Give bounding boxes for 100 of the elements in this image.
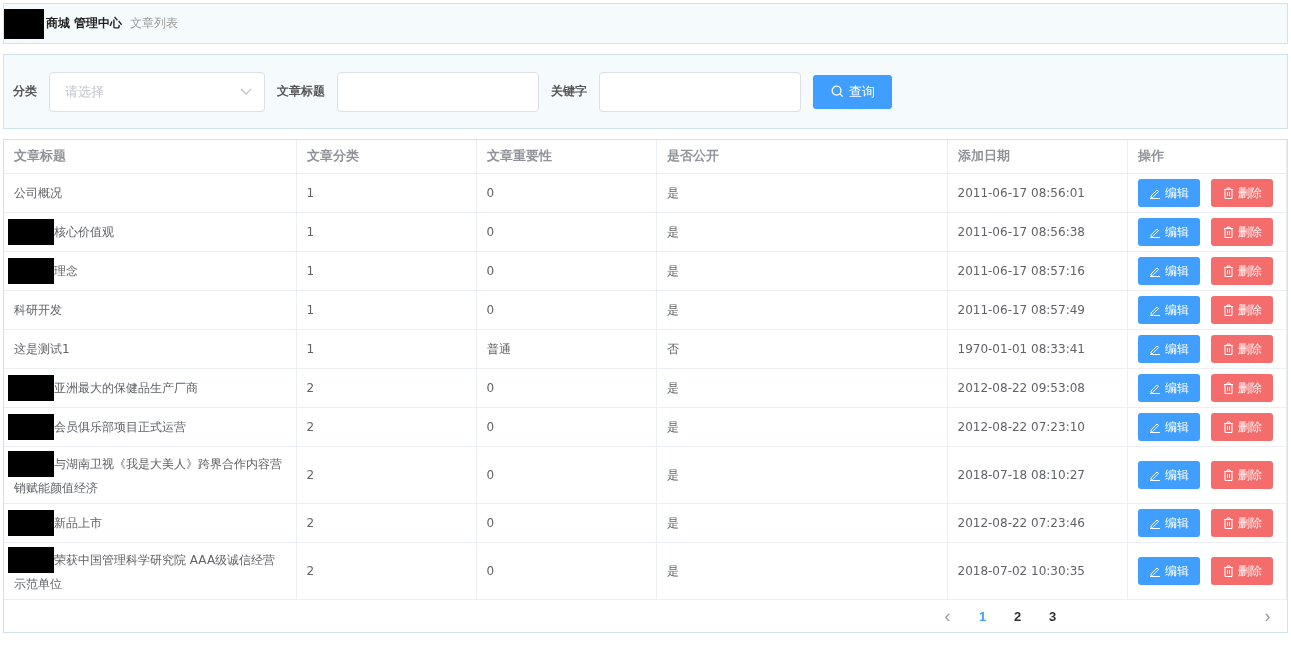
table-cell: 荣获中国管理科学研究院 AAA级诚信经营示范单位 — [14, 552, 276, 591]
field-label: 文章标题 — [277, 83, 325, 100]
previous-page-button[interactable]: ‹ — [930, 602, 965, 630]
table-cell: 是 — [656, 212, 947, 252]
table-cell: 0 — [476, 290, 656, 330]
table-cell: 1 — [296, 329, 476, 369]
edit-button[interactable]: 编辑 — [1137, 218, 1200, 246]
keyword-input[interactable] — [599, 71, 801, 112]
edit-button[interactable]: 编辑 — [1137, 257, 1200, 285]
table-cell: 2011-06-17 08:56:38 — [947, 212, 1127, 252]
table-cell: 2011-06-17 08:57:49 — [947, 290, 1127, 330]
trash-icon — [1222, 517, 1234, 529]
delete-button[interactable]: 删除 — [1211, 557, 1274, 585]
column-header: 文章重要性 — [476, 140, 656, 174]
pencil-icon — [1148, 226, 1161, 238]
table-cell: 与湖南卫视《我是大美人》跨界合作内容营销赋能颜值经济 — [14, 456, 282, 495]
table-cell: 2011-06-17 08:57:16 — [947, 251, 1127, 291]
table-cell: 是 — [656, 173, 947, 213]
table-cell: 2 — [296, 503, 476, 543]
delete-button[interactable]: 删除 — [1211, 509, 1274, 537]
table-cell: 0 — [476, 173, 656, 213]
pencil-icon — [1148, 382, 1161, 394]
table-cell: 2 — [296, 407, 476, 447]
table-cell: 是 — [656, 503, 947, 543]
table-cell: 1 — [296, 290, 476, 330]
pencil-icon — [1148, 421, 1161, 433]
table-cell: 1 — [296, 251, 476, 291]
search-icon — [830, 85, 844, 98]
edit-button[interactable]: 编辑 — [1137, 179, 1200, 207]
pencil-icon — [1148, 469, 1161, 481]
table-cell: 0 — [476, 446, 656, 504]
table-cell: 亚洲最大的保健品生产厂商 — [54, 380, 198, 395]
table-cell: 2018-07-02 10:30:35 — [947, 542, 1127, 600]
table-cell: 是 — [656, 368, 947, 408]
pencil-icon — [1148, 565, 1161, 577]
table-cell: 1 — [296, 212, 476, 252]
table-cell: 科研开发 — [14, 303, 62, 317]
trash-icon — [1222, 304, 1234, 316]
table-cell: 理念 — [54, 263, 78, 278]
delete-button[interactable]: 删除 — [1211, 179, 1274, 207]
edit-button[interactable]: 编辑 — [1137, 461, 1200, 489]
edit-button[interactable]: 编辑 — [1137, 413, 1200, 441]
trash-icon — [1222, 421, 1234, 433]
column-header: 添加日期 — [947, 140, 1127, 174]
page-button[interactable]: 2 — [1000, 602, 1035, 630]
trash-icon — [1222, 226, 1234, 238]
table-cell: 2018-07-18 08:10:27 — [947, 446, 1127, 504]
delete-button[interactable]: 删除 — [1211, 296, 1274, 324]
edit-button[interactable]: 编辑 — [1137, 374, 1200, 402]
table-cell: 0 — [476, 368, 656, 408]
column-header: 文章标题 — [4, 140, 296, 174]
edit-button[interactable]: 编辑 — [1137, 557, 1200, 585]
edit-button[interactable]: 编辑 — [1137, 509, 1200, 537]
table-cell: 2 — [296, 368, 476, 408]
breadcrumb-item[interactable]: 商城 管理中心 — [46, 15, 123, 32]
page-button[interactable]: 3 — [1035, 602, 1070, 630]
title-input[interactable] — [337, 71, 539, 112]
field-label: 关键字 — [551, 83, 587, 100]
table-cell: 核心价值观 — [54, 224, 114, 239]
table-cell: 0 — [476, 212, 656, 252]
field-label: 分类 — [13, 83, 37, 100]
table-cell: 2 — [296, 542, 476, 600]
table-cell: 0 — [476, 542, 656, 600]
delete-button[interactable]: 删除 — [1211, 335, 1274, 363]
delete-button[interactable]: 删除 — [1211, 461, 1274, 489]
table-cell: 2012-08-22 09:53:08 — [947, 368, 1127, 408]
pencil-icon — [1148, 517, 1161, 529]
delete-button[interactable]: 删除 — [1211, 218, 1274, 246]
table-cell: 2012-08-22 07:23:46 — [947, 503, 1127, 543]
table-cell: 0 — [476, 503, 656, 543]
delete-button[interactable]: 删除 — [1211, 257, 1274, 285]
search-button[interactable]: 查询 — [813, 74, 892, 109]
table-cell: 2 — [296, 446, 476, 504]
table-cell: 普通 — [476, 329, 656, 369]
column-header: 操作 — [1127, 140, 1287, 174]
column-header: 是否公开 — [656, 140, 947, 174]
table-cell: 是 — [656, 290, 947, 330]
edit-button[interactable]: 编辑 — [1137, 296, 1200, 324]
table-cell: 是 — [656, 251, 947, 291]
trash-icon — [1222, 265, 1234, 277]
pencil-icon — [1148, 343, 1161, 355]
breadcrumb-item[interactable]: 文章列表 — [130, 15, 179, 32]
table-cell: 0 — [476, 251, 656, 291]
category-select[interactable]: 请选择 — [49, 71, 265, 112]
chevron-down-icon — [240, 87, 252, 96]
table-cell: 这是测试1 — [14, 342, 70, 356]
next-page-button[interactable]: › — [1250, 602, 1285, 630]
table-cell: 0 — [476, 407, 656, 447]
table-cell: 是 — [656, 542, 947, 600]
page-button[interactable]: 1 — [965, 602, 1000, 630]
delete-button[interactable]: 删除 — [1211, 374, 1274, 402]
edit-button[interactable]: 编辑 — [1137, 335, 1200, 363]
delete-button[interactable]: 删除 — [1211, 413, 1274, 441]
table-cell: 1970-01-01 08:33:41 — [947, 329, 1127, 369]
trash-icon — [1222, 382, 1234, 394]
trash-icon — [1222, 469, 1234, 481]
table-cell: 新品上市 — [54, 515, 102, 530]
column-header: 文章分类 — [296, 140, 476, 174]
trash-icon — [1222, 343, 1234, 355]
pencil-icon — [1148, 304, 1161, 316]
